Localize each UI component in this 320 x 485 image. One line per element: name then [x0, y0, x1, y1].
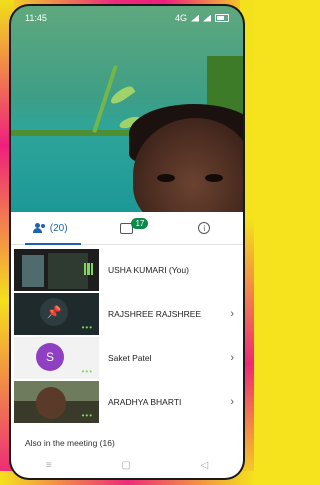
- participant-eye-right: [205, 174, 223, 182]
- phone-screen: 11:45 4G (20) 17 i USHA KUMARI (You) 📌 •…: [11, 6, 243, 478]
- more-options-icon: •••: [81, 323, 93, 332]
- tab-participants[interactable]: (20): [11, 212, 88, 244]
- pin-icon: 📌: [40, 298, 68, 326]
- active-tab-indicator: [25, 243, 81, 245]
- thumb-scene: [48, 253, 88, 289]
- audio-level-icon: [84, 263, 93, 275]
- participant-avatar-thumb: S •••: [14, 337, 99, 379]
- avatar: S: [36, 343, 64, 371]
- participant-video-thumb: •••: [14, 381, 99, 423]
- main-video-feed[interactable]: 11:45 4G: [11, 6, 243, 212]
- recents-button[interactable]: ≡: [46, 460, 52, 471]
- home-button[interactable]: ▢: [121, 460, 130, 471]
- participant-count: (20): [49, 222, 68, 234]
- participant-name: ARADHYA BHARTI: [108, 397, 182, 407]
- info-icon: i: [198, 222, 211, 234]
- participant-video-thumb: 📌 •••: [14, 293, 99, 335]
- participant-video-thumb: [14, 249, 99, 291]
- participant-name: RAJSHREE RAJSHREE: [108, 309, 202, 319]
- back-button[interactable]: ◁: [200, 460, 208, 471]
- panel-tabs: (20) 17 i: [11, 212, 243, 245]
- people-icon: [32, 223, 46, 233]
- video-bg-leaf: [108, 83, 136, 107]
- chevron-right-icon[interactable]: ›: [230, 396, 234, 408]
- chevron-right-icon[interactable]: ›: [230, 308, 234, 320]
- network-label: 4G: [174, 13, 187, 23]
- participant-row[interactable]: S ••• Saket Patel ›: [11, 336, 243, 380]
- tab-info[interactable]: i: [166, 212, 243, 244]
- status-icons: 4G: [175, 13, 229, 23]
- signal-icon-2: [203, 14, 211, 22]
- signal-icon: [191, 14, 199, 22]
- thumb-face: [36, 387, 66, 419]
- tab-chat[interactable]: 17: [88, 212, 165, 244]
- participant-row[interactable]: ••• ARADHYA BHARTI ›: [11, 380, 243, 424]
- participant-row[interactable]: 📌 ••• RAJSHREE RAJSHREE ›: [11, 292, 243, 336]
- participant-eye-left: [157, 174, 175, 182]
- participant-name: Saket Patel: [108, 353, 152, 363]
- chat-unread-badge: 17: [131, 217, 149, 229]
- thumb-scene: [22, 255, 44, 287]
- participant-row[interactable]: USHA KUMARI (You): [11, 248, 243, 292]
- more-options-icon: •••: [81, 411, 93, 420]
- chat-icon: 17: [120, 217, 149, 234]
- participant-name: USHA KUMARI (You): [108, 265, 189, 275]
- participants-panel: (20) 17 i USHA KUMARI (You) 📌 ••• RAJSHR…: [11, 212, 243, 478]
- chevron-right-icon[interactable]: ›: [230, 352, 234, 364]
- android-nav-bar: ≡ ▢ ◁: [11, 452, 243, 478]
- also-in-meeting-heading: Also in the meeting (16): [25, 438, 115, 448]
- battery-icon: [215, 14, 229, 22]
- status-time: 11:45: [25, 13, 47, 23]
- status-bar: 11:45 4G: [11, 6, 243, 30]
- more-options-icon: •••: [81, 367, 93, 376]
